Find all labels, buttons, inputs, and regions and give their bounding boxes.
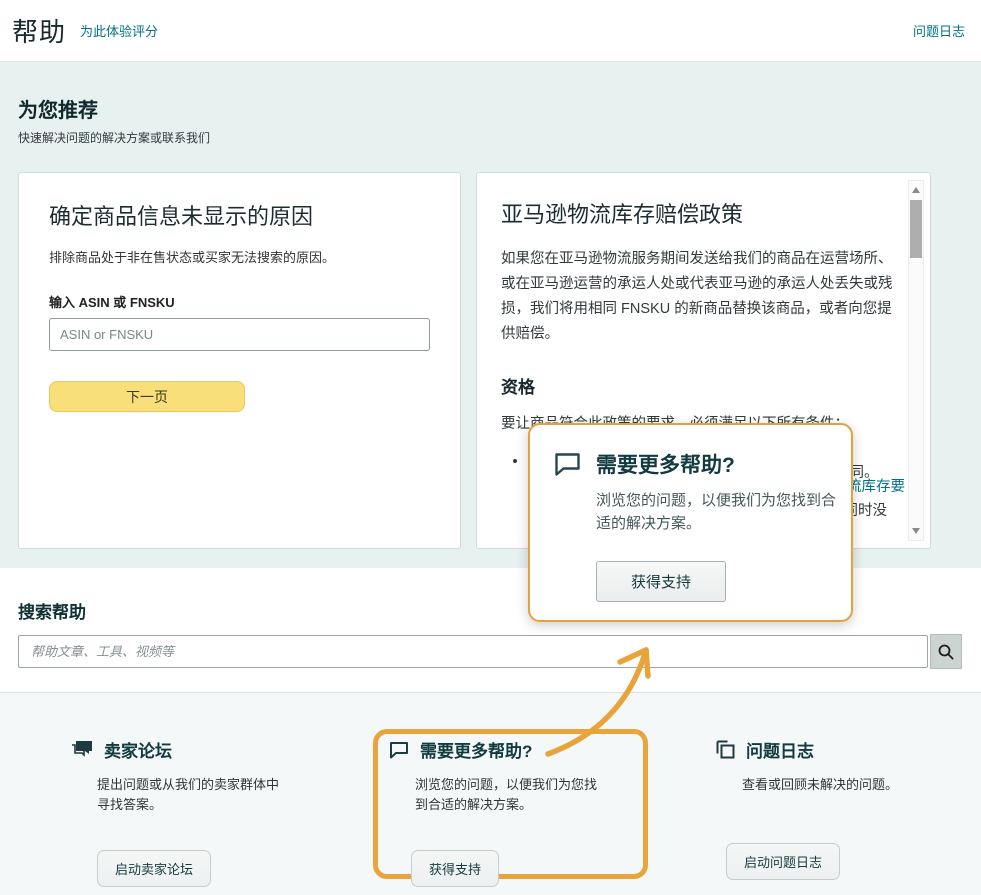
search-icon bbox=[937, 643, 955, 661]
eligibility-heading: 资格 bbox=[501, 373, 892, 398]
search-button[interactable] bbox=[930, 634, 962, 669]
launch-forums-button[interactable]: 启动卖家论坛 bbox=[97, 850, 211, 887]
case-log-column: 问题日志 查看或回顾未解决的问题。 启动问题日志 bbox=[716, 737, 931, 880]
help-title: 需要更多帮助? bbox=[420, 737, 532, 762]
launch-case-log-button[interactable]: 启动问题日志 bbox=[726, 843, 840, 880]
forums-icon bbox=[71, 740, 93, 759]
listing-card-description: 排除商品处于非在售状态或买家无法搜索的原因。 bbox=[49, 247, 430, 266]
get-support-button[interactable]: 获得支持 bbox=[596, 561, 726, 602]
case-log-icon bbox=[716, 740, 735, 759]
rate-experience-link[interactable]: 为此体验评分 bbox=[80, 21, 158, 40]
scrollbar-thumb[interactable] bbox=[910, 200, 922, 258]
page-header: 帮助 为此体验评分 问题日志 bbox=[0, 0, 981, 62]
asin-input-label: 输入 ASIN 或 FNSKU bbox=[49, 292, 430, 311]
policy-card-title: 亚马逊物流库存赔偿政策 bbox=[501, 197, 892, 229]
listing-issue-card: 确定商品信息未显示的原因 排除商品处于非在售状态或买家无法搜索的原因。 输入 A… bbox=[18, 172, 461, 549]
popup-body: 浏览您的问题，以便我们为您找到合适的解决方案。 bbox=[596, 489, 848, 536]
forums-title: 卖家论坛 bbox=[104, 737, 172, 762]
recommended-title: 为您推荐 bbox=[18, 94, 963, 123]
page-title: 帮助 bbox=[12, 12, 66, 49]
speech-bubble-icon bbox=[389, 741, 409, 759]
footer-section: 卖家论坛 提出问题或从我们的卖家群体中寻找答案。 启动卖家论坛 需要更多帮助? … bbox=[0, 692, 981, 895]
speech-bubble-icon bbox=[554, 452, 581, 477]
help-search-input[interactable] bbox=[18, 635, 928, 668]
case-log-title: 问题日志 bbox=[746, 737, 814, 762]
policy-card-scrollbar[interactable] bbox=[908, 180, 924, 541]
next-page-button[interactable]: 下一页 bbox=[49, 381, 245, 412]
scroll-down-icon[interactable] bbox=[912, 528, 920, 534]
need-more-help-column: 需要更多帮助? 浏览您的问题，以便我们为您找到合适的解决方案。 获得支持 bbox=[389, 737, 609, 887]
help-description: 浏览您的问题，以便我们为您找到合适的解决方案。 bbox=[415, 775, 603, 815]
issue-log-link[interactable]: 问题日志 bbox=[913, 21, 965, 40]
policy-paragraph: 如果您在亚马逊物流服务期间发送给我们的商品在运营场所、或在亚马逊运营的承运人处或… bbox=[501, 247, 903, 347]
recommended-subtitle: 快速解决问题的解决方案或联系我们 bbox=[18, 129, 963, 146]
get-support-button[interactable]: 获得支持 bbox=[411, 850, 499, 887]
scroll-up-icon[interactable] bbox=[912, 187, 920, 193]
seller-forums-column: 卖家论坛 提出问题或从我们的卖家群体中寻找答案。 启动卖家论坛 bbox=[71, 737, 286, 887]
listing-card-title: 确定商品信息未显示的原因 bbox=[49, 199, 430, 231]
case-log-description: 查看或回顾未解决的问题。 bbox=[742, 775, 930, 795]
forums-description: 提出问题或从我们的卖家群体中寻找答案。 bbox=[97, 775, 285, 815]
popup-title: 需要更多帮助? bbox=[596, 449, 735, 479]
need-more-help-popup: 需要更多帮助? 浏览您的问题，以便我们为您找到合适的解决方案。 获得支持 bbox=[528, 423, 853, 622]
asin-input[interactable] bbox=[49, 318, 430, 351]
